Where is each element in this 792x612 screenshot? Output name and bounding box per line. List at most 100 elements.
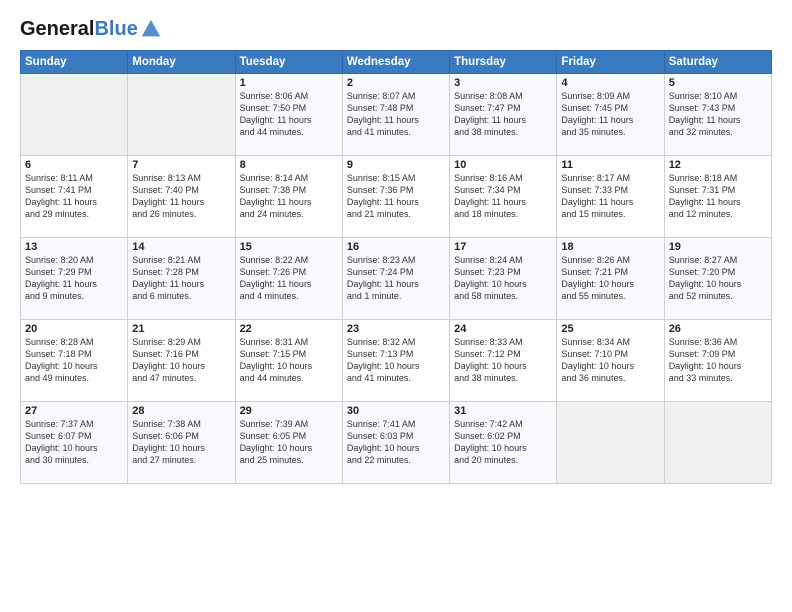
day-number: 24	[454, 323, 552, 335]
day-detail: Sunrise: 8:11 AM Sunset: 7:41 PM Dayligh…	[25, 172, 123, 221]
day-detail: Sunrise: 8:16 AM Sunset: 7:34 PM Dayligh…	[454, 172, 552, 221]
day-detail: Sunrise: 8:34 AM Sunset: 7:10 PM Dayligh…	[561, 336, 659, 385]
calendar-cell: 11Sunrise: 8:17 AM Sunset: 7:33 PM Dayli…	[557, 156, 664, 238]
day-detail: Sunrise: 8:10 AM Sunset: 7:43 PM Dayligh…	[669, 90, 767, 139]
day-detail: Sunrise: 7:37 AM Sunset: 6:07 PM Dayligh…	[25, 418, 123, 467]
logo: GeneralBlue	[20, 18, 162, 40]
day-detail: Sunrise: 7:41 AM Sunset: 6:03 PM Dayligh…	[347, 418, 445, 467]
day-detail: Sunrise: 8:08 AM Sunset: 7:47 PM Dayligh…	[454, 90, 552, 139]
day-detail: Sunrise: 8:32 AM Sunset: 7:13 PM Dayligh…	[347, 336, 445, 385]
day-detail: Sunrise: 8:33 AM Sunset: 7:12 PM Dayligh…	[454, 336, 552, 385]
calendar-cell: 10Sunrise: 8:16 AM Sunset: 7:34 PM Dayli…	[450, 156, 557, 238]
calendar-cell: 15Sunrise: 8:22 AM Sunset: 7:26 PM Dayli…	[235, 238, 342, 320]
day-detail: Sunrise: 8:36 AM Sunset: 7:09 PM Dayligh…	[669, 336, 767, 385]
calendar-cell: 2Sunrise: 8:07 AM Sunset: 7:48 PM Daylig…	[342, 74, 449, 156]
calendar-cell: 13Sunrise: 8:20 AM Sunset: 7:29 PM Dayli…	[21, 238, 128, 320]
calendar-cell	[557, 402, 664, 484]
day-number: 4	[561, 77, 659, 89]
calendar-cell	[128, 74, 235, 156]
calendar-cell: 30Sunrise: 7:41 AM Sunset: 6:03 PM Dayli…	[342, 402, 449, 484]
calendar-cell: 27Sunrise: 7:37 AM Sunset: 6:07 PM Dayli…	[21, 402, 128, 484]
calendar-cell: 18Sunrise: 8:26 AM Sunset: 7:21 PM Dayli…	[557, 238, 664, 320]
day-detail: Sunrise: 8:18 AM Sunset: 7:31 PM Dayligh…	[669, 172, 767, 221]
day-number: 2	[347, 77, 445, 89]
day-detail: Sunrise: 8:26 AM Sunset: 7:21 PM Dayligh…	[561, 254, 659, 303]
day-number: 23	[347, 323, 445, 335]
calendar-cell: 22Sunrise: 8:31 AM Sunset: 7:15 PM Dayli…	[235, 320, 342, 402]
day-detail: Sunrise: 8:06 AM Sunset: 7:50 PM Dayligh…	[240, 90, 338, 139]
day-number: 15	[240, 241, 338, 253]
day-number: 22	[240, 323, 338, 335]
logo-icon	[140, 18, 162, 40]
weekday-header: Wednesday	[342, 51, 449, 74]
day-number: 25	[561, 323, 659, 335]
day-number: 30	[347, 405, 445, 417]
calendar-cell: 3Sunrise: 8:08 AM Sunset: 7:47 PM Daylig…	[450, 74, 557, 156]
day-number: 18	[561, 241, 659, 253]
day-number: 13	[25, 241, 123, 253]
day-number: 28	[132, 405, 230, 417]
calendar: SundayMondayTuesdayWednesdayThursdayFrid…	[20, 50, 772, 484]
day-number: 12	[669, 159, 767, 171]
calendar-cell: 4Sunrise: 8:09 AM Sunset: 7:45 PM Daylig…	[557, 74, 664, 156]
day-number: 7	[132, 159, 230, 171]
day-number: 17	[454, 241, 552, 253]
day-number: 29	[240, 405, 338, 417]
weekday-header: Friday	[557, 51, 664, 74]
day-number: 11	[561, 159, 659, 171]
day-detail: Sunrise: 8:27 AM Sunset: 7:20 PM Dayligh…	[669, 254, 767, 303]
day-number: 1	[240, 77, 338, 89]
day-detail: Sunrise: 8:22 AM Sunset: 7:26 PM Dayligh…	[240, 254, 338, 303]
day-number: 16	[347, 241, 445, 253]
day-detail: Sunrise: 8:20 AM Sunset: 7:29 PM Dayligh…	[25, 254, 123, 303]
calendar-cell: 12Sunrise: 8:18 AM Sunset: 7:31 PM Dayli…	[664, 156, 771, 238]
day-number: 21	[132, 323, 230, 335]
day-detail: Sunrise: 8:21 AM Sunset: 7:28 PM Dayligh…	[132, 254, 230, 303]
day-detail: Sunrise: 8:31 AM Sunset: 7:15 PM Dayligh…	[240, 336, 338, 385]
day-detail: Sunrise: 8:14 AM Sunset: 7:38 PM Dayligh…	[240, 172, 338, 221]
page: GeneralBlue SundayMondayTuesdayWednesday…	[0, 0, 792, 612]
day-detail: Sunrise: 8:09 AM Sunset: 7:45 PM Dayligh…	[561, 90, 659, 139]
day-detail: Sunrise: 7:38 AM Sunset: 6:06 PM Dayligh…	[132, 418, 230, 467]
day-detail: Sunrise: 8:29 AM Sunset: 7:16 PM Dayligh…	[132, 336, 230, 385]
calendar-cell: 1Sunrise: 8:06 AM Sunset: 7:50 PM Daylig…	[235, 74, 342, 156]
calendar-cell: 5Sunrise: 8:10 AM Sunset: 7:43 PM Daylig…	[664, 74, 771, 156]
calendar-cell	[21, 74, 128, 156]
day-number: 27	[25, 405, 123, 417]
day-number: 8	[240, 159, 338, 171]
day-detail: Sunrise: 7:42 AM Sunset: 6:02 PM Dayligh…	[454, 418, 552, 467]
calendar-cell: 24Sunrise: 8:33 AM Sunset: 7:12 PM Dayli…	[450, 320, 557, 402]
calendar-cell: 25Sunrise: 8:34 AM Sunset: 7:10 PM Dayli…	[557, 320, 664, 402]
calendar-cell: 14Sunrise: 8:21 AM Sunset: 7:28 PM Dayli…	[128, 238, 235, 320]
calendar-cell: 31Sunrise: 7:42 AM Sunset: 6:02 PM Dayli…	[450, 402, 557, 484]
day-number: 10	[454, 159, 552, 171]
calendar-cell: 28Sunrise: 7:38 AM Sunset: 6:06 PM Dayli…	[128, 402, 235, 484]
weekday-header: Thursday	[450, 51, 557, 74]
calendar-cell: 9Sunrise: 8:15 AM Sunset: 7:36 PM Daylig…	[342, 156, 449, 238]
calendar-cell: 29Sunrise: 7:39 AM Sunset: 6:05 PM Dayli…	[235, 402, 342, 484]
calendar-cell: 26Sunrise: 8:36 AM Sunset: 7:09 PM Dayli…	[664, 320, 771, 402]
day-detail: Sunrise: 7:39 AM Sunset: 6:05 PM Dayligh…	[240, 418, 338, 467]
logo-text: GeneralBlue	[20, 18, 138, 40]
calendar-cell: 8Sunrise: 8:14 AM Sunset: 7:38 PM Daylig…	[235, 156, 342, 238]
day-number: 6	[25, 159, 123, 171]
weekday-header: Sunday	[21, 51, 128, 74]
header: GeneralBlue	[20, 18, 772, 40]
day-detail: Sunrise: 8:24 AM Sunset: 7:23 PM Dayligh…	[454, 254, 552, 303]
calendar-cell: 7Sunrise: 8:13 AM Sunset: 7:40 PM Daylig…	[128, 156, 235, 238]
weekday-header: Monday	[128, 51, 235, 74]
day-number: 14	[132, 241, 230, 253]
day-detail: Sunrise: 8:15 AM Sunset: 7:36 PM Dayligh…	[347, 172, 445, 221]
weekday-header: Saturday	[664, 51, 771, 74]
day-number: 26	[669, 323, 767, 335]
calendar-cell	[664, 402, 771, 484]
day-detail: Sunrise: 8:17 AM Sunset: 7:33 PM Dayligh…	[561, 172, 659, 221]
day-detail: Sunrise: 8:13 AM Sunset: 7:40 PM Dayligh…	[132, 172, 230, 221]
day-number: 20	[25, 323, 123, 335]
day-detail: Sunrise: 8:23 AM Sunset: 7:24 PM Dayligh…	[347, 254, 445, 303]
calendar-cell: 20Sunrise: 8:28 AM Sunset: 7:18 PM Dayli…	[21, 320, 128, 402]
day-detail: Sunrise: 8:28 AM Sunset: 7:18 PM Dayligh…	[25, 336, 123, 385]
calendar-cell: 23Sunrise: 8:32 AM Sunset: 7:13 PM Dayli…	[342, 320, 449, 402]
day-detail: Sunrise: 8:07 AM Sunset: 7:48 PM Dayligh…	[347, 90, 445, 139]
calendar-cell: 19Sunrise: 8:27 AM Sunset: 7:20 PM Dayli…	[664, 238, 771, 320]
